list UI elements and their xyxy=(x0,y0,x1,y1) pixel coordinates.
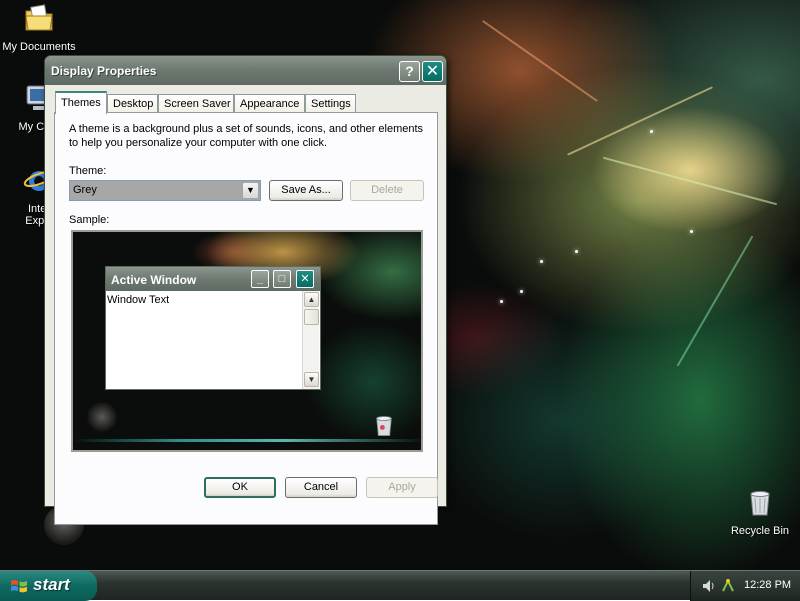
dialog-title: Display Properties xyxy=(51,64,157,78)
taskbar: start 12:28 PM xyxy=(0,570,800,601)
start-label: start xyxy=(33,575,70,594)
tab-themes[interactable]: Themes xyxy=(55,91,107,114)
dialog-titlebar[interactable]: Display Properties xyxy=(45,56,446,85)
desktop-icon-recycle-bin[interactable]: Recycle Bin xyxy=(722,486,798,537)
help-icon: ? xyxy=(405,63,414,79)
scroll-thumb xyxy=(304,309,319,325)
desktop-icon-my-documents[interactable]: My Documents xyxy=(1,2,77,53)
themes-tab-panel: A theme is a background plus a set of so… xyxy=(54,112,438,525)
volume-icon[interactable] xyxy=(701,578,717,594)
display-properties-dialog: Display Properties ? ✕ Themes Desktop Sc… xyxy=(44,55,447,525)
close-icon: ✕ xyxy=(425,63,440,80)
windows-flag-icon xyxy=(11,580,27,593)
wallpaper-streak xyxy=(676,235,754,367)
cancel-button[interactable]: Cancel xyxy=(285,477,357,498)
apply-button[interactable]: Apply xyxy=(366,477,438,498)
chevron-down-icon[interactable]: ▼ xyxy=(242,182,259,199)
preview-pet-image xyxy=(87,402,117,432)
wallpaper-sparkle xyxy=(575,250,578,253)
tab-settings[interactable]: Settings xyxy=(305,94,356,113)
theme-dropdown[interactable]: Grey ▼ xyxy=(69,180,261,201)
scroll-down-icon: ▼ xyxy=(304,372,319,387)
theme-description: A theme is a background plus a set of so… xyxy=(69,123,424,149)
wallpaper-sparkle xyxy=(520,290,523,293)
wallpaper-sparkle xyxy=(500,300,503,303)
theme-preview: Active Window _ □ ✕ Window Text ▲ ▼ xyxy=(71,230,423,452)
theme-dropdown-value: Grey xyxy=(73,184,97,196)
wallpaper-streak xyxy=(482,20,598,102)
desktop-icon-label: Recycle Bin xyxy=(730,525,790,537)
close-button[interactable]: ✕ xyxy=(422,61,443,82)
preview-taskbar-line xyxy=(73,439,421,442)
sample-label: Sample: xyxy=(69,214,110,226)
network-icon[interactable] xyxy=(720,578,736,594)
recycle-bin-icon xyxy=(750,491,770,516)
help-button[interactable]: ? xyxy=(399,61,420,82)
wallpaper-sparkle xyxy=(540,260,543,263)
ok-button[interactable]: OK xyxy=(204,477,276,498)
system-tray: 12:28 PM xyxy=(690,571,800,601)
wallpaper-streak xyxy=(602,156,778,206)
close-icon: ✕ xyxy=(296,270,314,288)
tab-screen-saver[interactable]: Screen Saver xyxy=(158,94,234,113)
wallpaper-sparkle xyxy=(650,130,653,133)
tab-desktop[interactable]: Desktop xyxy=(107,94,158,113)
desktop-icon-label: My Documents xyxy=(2,41,76,53)
preview-recycle-bin-icon xyxy=(376,416,392,436)
preview-active-window: Active Window _ □ ✕ Window Text ▲ ▼ xyxy=(105,266,321,390)
start-button[interactable]: start xyxy=(0,571,97,601)
scroll-up-icon: ▲ xyxy=(304,292,319,307)
minimize-icon: _ xyxy=(251,270,269,288)
wallpaper-sparkle xyxy=(690,230,693,233)
save-as-button[interactable]: Save As... xyxy=(269,180,343,201)
theme-label: Theme: xyxy=(69,165,107,177)
my-documents-icon xyxy=(25,4,53,31)
maximize-icon: □ xyxy=(273,270,291,288)
preview-scrollbar: ▲ ▼ xyxy=(302,291,319,389)
tab-appearance[interactable]: Appearance xyxy=(234,94,305,113)
preview-window-text: Window Text xyxy=(107,294,170,306)
taskbar-clock[interactable]: 12:28 PM xyxy=(744,579,791,591)
delete-button[interactable]: Delete xyxy=(350,180,424,201)
